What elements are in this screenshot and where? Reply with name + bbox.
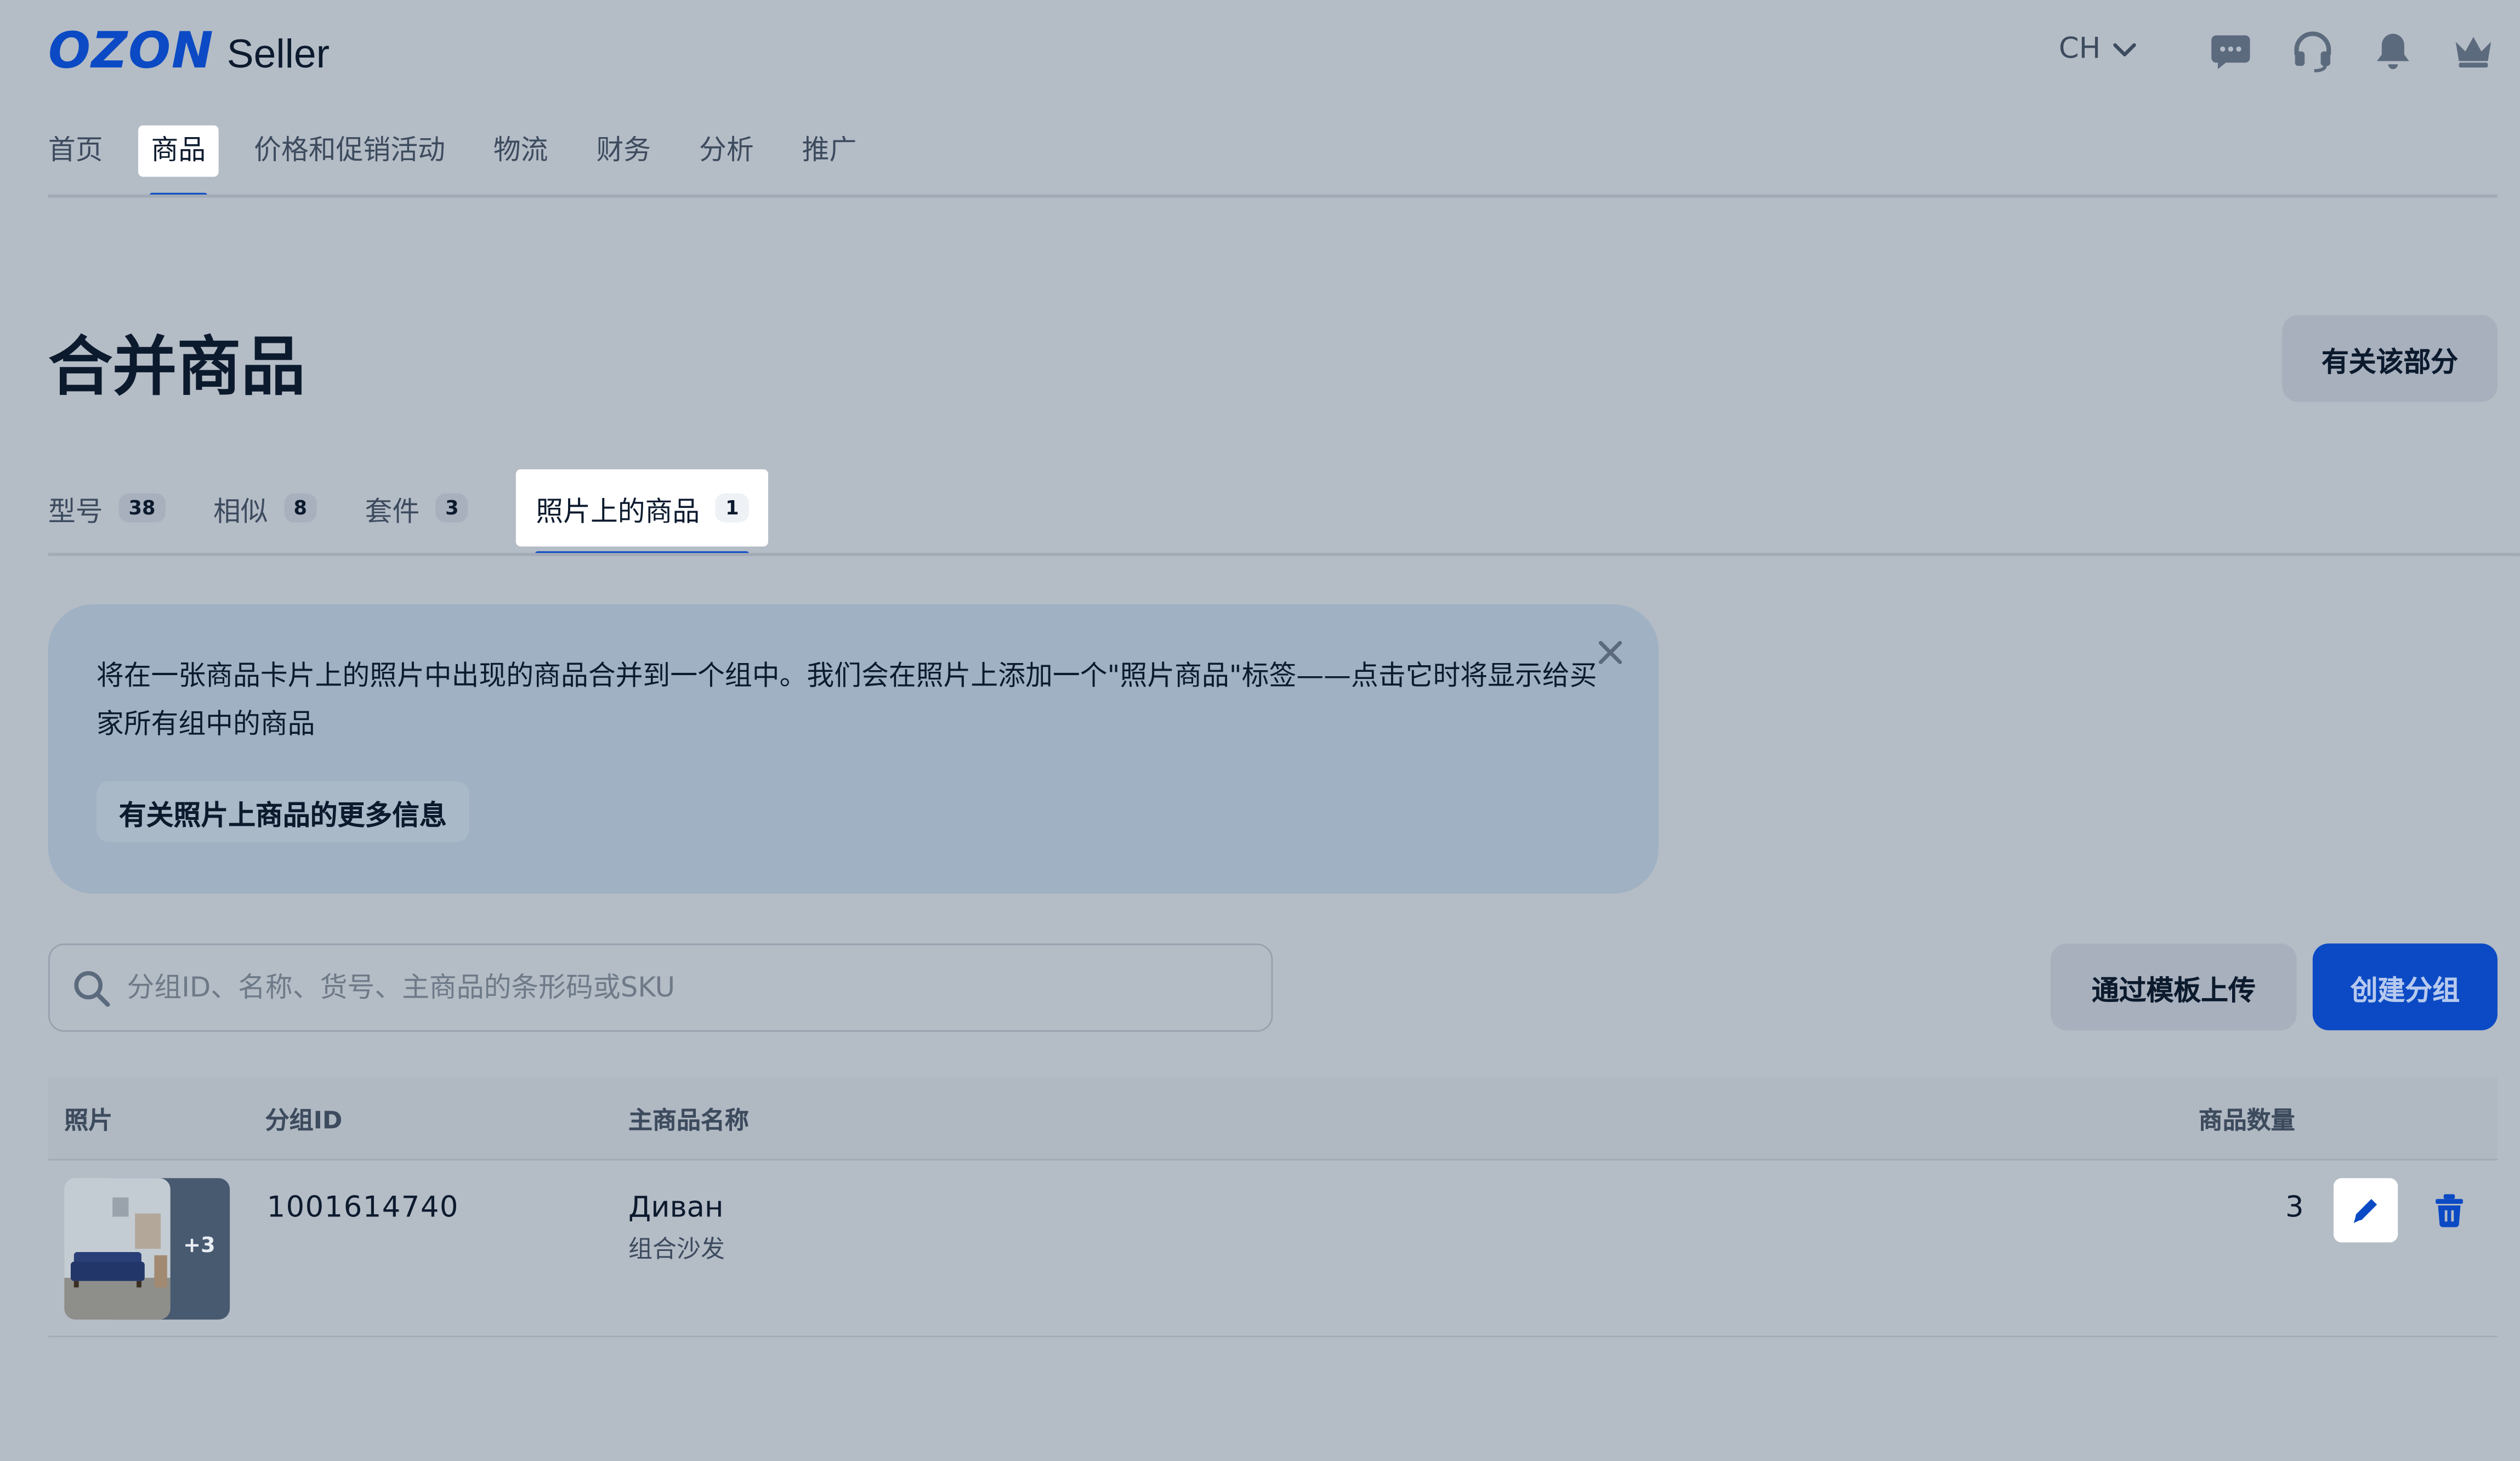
group-id-cell: 1001614740 <box>266 1191 459 1225</box>
nav-item-logistics[interactable]: 物流 <box>480 126 561 177</box>
column-header-product-count: 商品数量 <box>2198 1106 2295 1135</box>
tab-count-badge: 38 <box>118 493 166 523</box>
search-box <box>48 943 1273 1032</box>
about-section-button[interactable]: 有关该部分 <box>2282 315 2498 402</box>
info-panel: 将在一张商品卡片上的照片中出现的商品合并到一个组中。我们会在照片上添加一个"照片… <box>48 604 1659 894</box>
tab-label: 照片上的商品 <box>536 496 700 528</box>
trash-icon <box>2436 1194 2463 1227</box>
info-text: 将在一张商品卡片上的照片中出现的商品合并到一个组中。我们会在照片上添加一个"照片… <box>96 660 1597 741</box>
table-header: 照片 分组ID 主商品名称 商品数量 <box>48 1077 2498 1159</box>
chevron-down-icon <box>2113 42 2136 56</box>
tab-similar[interactable]: 相似 8 <box>213 469 317 547</box>
more-info-button[interactable]: 有关照片上商品的更多信息 <box>96 781 469 842</box>
page-title: 合并商品 <box>48 331 305 405</box>
product-photo-thumbnail[interactable]: +3 <box>64 1178 230 1320</box>
create-group-button[interactable]: 创建分组 <box>2312 943 2498 1030</box>
ozon-seller-logo[interactable]: OZON Seller <box>48 22 330 81</box>
edit-button[interactable] <box>2333 1178 2398 1243</box>
tab-count-badge: 1 <box>716 493 749 523</box>
nav-item-prices-promotions[interactable]: 价格和促销活动 <box>241 126 458 177</box>
table-row-divider <box>48 1335 2498 1338</box>
bell-icon[interactable] <box>2370 29 2415 74</box>
close-icon[interactable] <box>1591 633 1630 672</box>
column-header-photo: 照片 <box>64 1106 113 1135</box>
logo-suffix: Seller <box>226 32 330 77</box>
main-nav: 首页 商品 价格和促销活动 物流 财务 分析 推广 <box>48 125 892 198</box>
pencil-icon <box>2353 1199 2377 1224</box>
tab-products-in-photo[interactable]: 照片上的商品 1 <box>517 469 768 557</box>
merge-tabs: 型号 38 相似 8 套件 3 照片上的商品 1 <box>48 469 816 557</box>
upload-template-button[interactable]: 通过模板上传 <box>2051 943 2297 1030</box>
product-count-cell: 3 <box>2285 1191 2304 1225</box>
nav-item-home[interactable]: 首页 <box>48 126 116 177</box>
nav-divider <box>48 194 2498 198</box>
tabs-divider <box>48 553 2520 557</box>
tab-models[interactable]: 型号 38 <box>48 469 166 547</box>
sofa-image-icon <box>64 1178 171 1320</box>
tab-label: 相似 <box>213 496 268 528</box>
product-name-cell: Диван <box>628 1191 724 1225</box>
tab-label: 套件 <box>365 496 420 528</box>
tab-sets[interactable]: 套件 3 <box>365 469 469 547</box>
headset-icon[interactable] <box>2290 29 2335 74</box>
tab-count-badge: 3 <box>435 493 469 523</box>
nav-item-analytics[interactable]: 分析 <box>686 126 767 177</box>
extra-photos-badge: +3 <box>183 1234 215 1259</box>
nav-item-finance[interactable]: 财务 <box>583 126 664 177</box>
tab-label: 型号 <box>48 496 103 528</box>
table-header-divider <box>48 1159 2498 1160</box>
column-header-main-product-name: 主商品名称 <box>628 1106 749 1135</box>
logo-brand: OZON <box>48 22 214 81</box>
search-input[interactable] <box>123 970 1272 1006</box>
language-selector[interactable]: CH <box>2059 32 2136 66</box>
sofa-photo <box>64 1178 171 1320</box>
search-icon <box>74 970 110 1006</box>
nav-item-products[interactable]: 商品 <box>138 125 219 198</box>
language-label: CH <box>2058 32 2101 66</box>
product-subname-cell: 组合沙发 <box>628 1234 725 1264</box>
crown-icon[interactable] <box>2451 29 2496 74</box>
delete-button[interactable] <box>2423 1185 2475 1236</box>
column-header-group-id: 分组ID <box>265 1106 343 1135</box>
tab-count-badge: 8 <box>283 493 317 523</box>
nav-item-promotion[interactable]: 推广 <box>789 126 870 177</box>
chat-icon[interactable] <box>2208 29 2253 74</box>
